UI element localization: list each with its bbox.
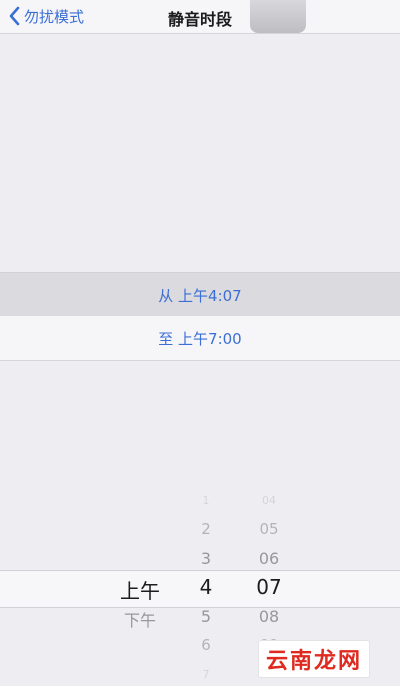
hour-option[interactable]: 3 (176, 549, 236, 568)
to-time-label: 至 上午7:00 (158, 329, 242, 348)
hour-option[interactable]: 7 (176, 668, 236, 681)
hour-option[interactable]: 6 (176, 636, 236, 654)
hour-option[interactable]: 2 (176, 520, 236, 538)
page-title: 静音时段 (167, 10, 232, 29)
from-time-row[interactable]: 从 上午4:07 (0, 272, 400, 318)
to-time-row[interactable]: 至 上午7:00 (0, 316, 400, 361)
navigation-bar: 勿扰模式 静音时段 (0, 0, 400, 34)
minute-option[interactable]: 06 (239, 549, 299, 568)
from-time-label: 从 上午4:07 (158, 286, 242, 305)
minute-option[interactable]: 08 (239, 607, 299, 626)
minute-option[interactable]: 07 (239, 575, 299, 599)
minute-option[interactable]: 05 (239, 520, 299, 538)
minute-option[interactable]: 04 (239, 494, 299, 507)
hour-option[interactable]: 4 (176, 575, 236, 599)
ampm-option[interactable]: 上午 (110, 575, 170, 604)
ampm-option[interactable]: 下午 (110, 607, 170, 631)
watermark-logo: 云南龙网 (258, 640, 370, 678)
thumbnail-overlay (250, 0, 306, 33)
hour-option[interactable]: 5 (176, 607, 236, 626)
hour-option[interactable]: 1 (176, 494, 236, 507)
